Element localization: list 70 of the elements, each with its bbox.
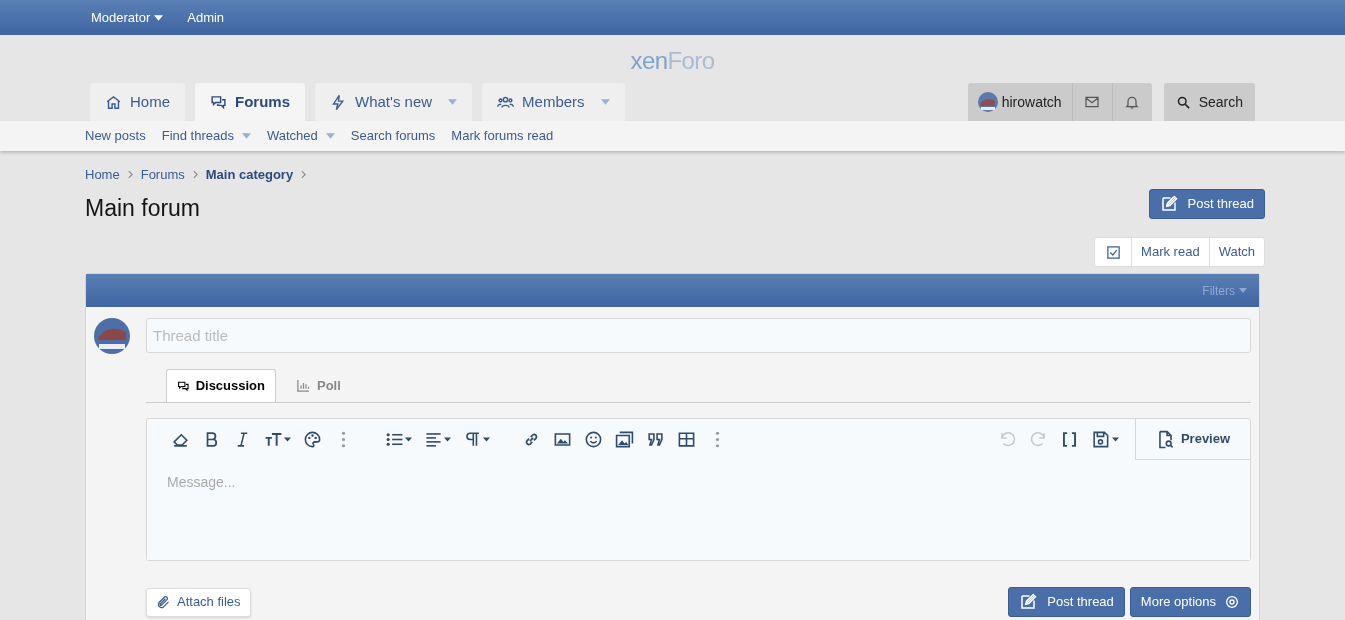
speech-bubbles-icon	[210, 93, 227, 111]
action-link[interactable]: Mark read	[1131, 238, 1209, 266]
checkbox-icon	[1105, 244, 1121, 260]
editor-tab[interactable]: Poll	[286, 369, 396, 402]
bulleted-list-icon	[385, 430, 404, 449]
chevron-icon	[192, 170, 198, 180]
breadcrumb-link[interactable]: Main category	[205, 165, 294, 185]
bar-chart-icon	[296, 378, 311, 393]
save-icon	[1091, 430, 1110, 449]
chevron-icon	[127, 170, 133, 180]
more-options-button[interactable]: More options	[1129, 587, 1251, 617]
sub-nav-link[interactable]: Mark forums read	[451, 126, 554, 146]
sub-nav-link[interactable]: Find threads	[161, 126, 251, 146]
palette-icon	[303, 430, 322, 449]
breadcrumb-link[interactable]: Home	[85, 165, 120, 185]
edit-icon	[1159, 194, 1178, 213]
top-bar-link[interactable]: Moderator	[91, 7, 164, 28]
sub-nav-link[interactable]: New posts	[85, 126, 146, 146]
top-bar-link[interactable]: Admin	[187, 7, 225, 28]
page-title: Main forum	[84, 193, 201, 223]
sub-nav-link[interactable]: Search forums	[350, 126, 436, 146]
envelope-icon	[1084, 94, 1101, 110]
paperclip-icon	[156, 594, 171, 610]
caret-icon	[444, 437, 451, 442]
avatar	[977, 92, 998, 112]
more-icon	[715, 431, 720, 448]
paragraph-icon	[463, 430, 482, 449]
search-icon	[1175, 94, 1191, 110]
redo-icon	[1029, 430, 1048, 449]
sub-nav-link[interactable]: Watched	[266, 126, 335, 146]
text-size-icon	[264, 430, 283, 449]
media-gallery-icon	[615, 430, 634, 449]
edit-icon	[1019, 593, 1038, 611]
thread-title-field[interactable]: Thread title	[146, 318, 1251, 353]
quote-icon	[646, 430, 665, 449]
undo-icon	[998, 430, 1017, 449]
action-link[interactable]: Watch	[1208, 238, 1264, 266]
editor-tab[interactable]: Discussion	[166, 369, 276, 402]
avatar	[94, 318, 130, 354]
nav-tab[interactable]: Forums	[195, 83, 306, 121]
align-left-icon	[424, 430, 443, 449]
caret-icon	[600, 99, 610, 105]
post-thread-button[interactable]: Post thread	[1008, 587, 1125, 617]
table-icon	[677, 430, 696, 449]
caret-icon	[405, 437, 412, 442]
nav-tab[interactable]: Home	[90, 83, 185, 121]
account-link[interactable]: hirowatch	[967, 83, 1072, 121]
nav-tab[interactable]: What's new	[315, 83, 473, 121]
brackets-icon	[1060, 430, 1079, 449]
editor[interactable]: Preview Message...	[146, 418, 1251, 561]
chevron-icon	[301, 170, 307, 180]
caret-icon	[325, 133, 335, 139]
breadcrumb-link[interactable]: Forums	[140, 165, 185, 185]
caret-icon	[483, 437, 490, 442]
caret-icon	[1112, 437, 1119, 442]
house-icon	[105, 93, 122, 111]
more-icon	[341, 431, 346, 448]
image-icon	[553, 430, 572, 449]
caret-icon	[448, 99, 458, 105]
bell-icon	[1124, 94, 1141, 110]
caret-icon	[241, 133, 251, 139]
settings-icon	[1224, 594, 1240, 610]
post-thread-button[interactable]: Post thread	[1148, 188, 1265, 219]
caret-icon	[154, 14, 164, 21]
smiley-icon	[584, 430, 603, 449]
search-button[interactable]: Search	[1163, 83, 1255, 121]
nav-tab[interactable]: Members	[482, 83, 625, 121]
caret-icon	[1239, 288, 1247, 293]
caret-icon	[284, 437, 291, 442]
attach-files-button[interactable]: Attach files	[146, 587, 251, 617]
